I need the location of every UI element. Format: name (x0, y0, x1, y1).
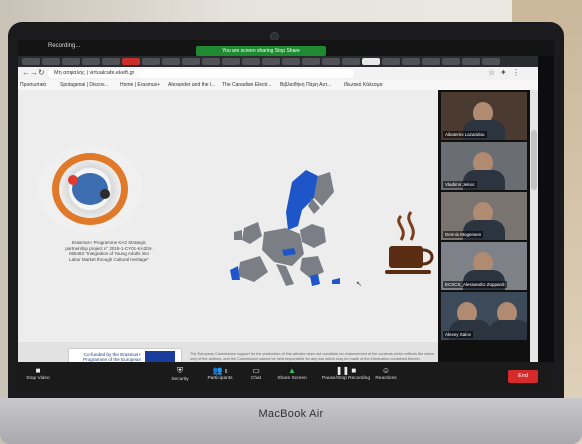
participant-name: Dennis Mogensen (443, 231, 484, 238)
laptop-brand-label: MacBook Air (258, 408, 324, 420)
browser-tab[interactable] (302, 58, 320, 65)
star-icon[interactable]: ☆ (488, 68, 495, 77)
browser-tab[interactable] (162, 58, 180, 65)
page-scrollbar[interactable] (530, 90, 538, 362)
chat-button[interactable]: ▭ Chat (236, 366, 276, 381)
chat-bubble-icon: ▭ (252, 366, 260, 375)
laptop-screen: Recording... You are screen sharing Stop… (18, 40, 554, 392)
bookmark-item[interactable]: The Canadian Electr... (222, 82, 271, 88)
map-region[interactable] (300, 224, 326, 248)
browser-tab[interactable] (42, 58, 60, 65)
coffee-cup-icon[interactable] (383, 210, 437, 284)
browser-tab[interactable] (22, 58, 40, 65)
bookmark-item[interactable]: Spotagenai | Discov... (60, 82, 108, 88)
end-meeting-button[interactable]: End (508, 370, 538, 383)
participant-name: Aikaterini Lazaridou (443, 131, 487, 138)
participant-tile[interactable]: Aikaterini Lazaridou (441, 92, 527, 140)
mouse-cursor-icon: ↖ (356, 281, 362, 288)
address-bar-row: ← → ↻ Μη ασφαλής | virtualcafe.ekeft.gr … (18, 67, 538, 80)
map-region-italy[interactable] (276, 264, 294, 286)
url-field[interactable]: Μη ασφαλής | virtualcafe.ekeft.gr (48, 69, 354, 78)
stop-video-button[interactable]: ■ Stop Video (18, 366, 58, 381)
participant-tile[interactable]: Vladimir Jelisic (441, 142, 527, 190)
bookmark-item[interactable]: Ιδιωτικό Κάλεσμα (344, 82, 383, 88)
browser-tab[interactable] (82, 58, 100, 65)
browser-tab[interactable] (382, 58, 400, 65)
browser-tab-strip (18, 56, 538, 67)
browser-tab[interactable] (102, 58, 120, 65)
eu-disclaimer: The European Commission support for the … (190, 352, 434, 361)
shield-icon: ⛨ (177, 366, 183, 375)
participant-tile[interactable]: Alexey Salov (441, 292, 527, 340)
browser-tab[interactable] (342, 58, 360, 65)
bookmark-item[interactable]: Προσωπικά (20, 82, 46, 88)
browser-tab[interactable] (262, 58, 280, 65)
project-logo[interactable] (38, 145, 142, 233)
forward-icon[interactable]: → (30, 68, 38, 77)
map-region-ireland[interactable] (234, 230, 242, 240)
browser-tab[interactable] (142, 58, 160, 65)
share-screen-button[interactable]: ▲ Share Screen (272, 366, 312, 381)
laptop-base (0, 398, 582, 444)
reactions-button[interactable]: ☺ Reactions (366, 366, 406, 381)
reload-icon[interactable]: ↻ (38, 68, 45, 77)
video-camera-icon: ■ (35, 366, 41, 375)
map-region-uk[interactable] (242, 222, 262, 244)
screen-share-banner[interactable]: You are screen sharing Stop Share (196, 46, 326, 56)
participant-name: ECSCS_Alessandro Zuppardi (443, 281, 507, 288)
participants-button[interactable]: 👥 6 Participants (200, 366, 240, 381)
browser-tab[interactable] (122, 58, 140, 65)
share-screen-icon: ▲ (288, 366, 296, 375)
browser-tab[interactable] (282, 58, 300, 65)
extensions-icon[interactable]: ✦ (500, 68, 507, 77)
browser-tab[interactable] (222, 58, 240, 65)
browser-tab[interactable] (202, 58, 220, 65)
participant-tile[interactable]: Dennis Mogensen (441, 192, 527, 240)
participant-name: Vladimir Jelisic (443, 181, 477, 188)
browser-tab-active[interactable] (362, 58, 380, 65)
project-caption: Erasmus+ Programme KA2 Strategic partner… (65, 240, 153, 262)
bookmark-item[interactable]: Home | Erasmus+ (120, 82, 160, 88)
map-region-central[interactable] (262, 228, 304, 266)
map-region-iberia[interactable] (238, 256, 268, 282)
zoom-toolbar: ■ Stop Video ⛨ Security 👥 6 Participants ▭ C… (18, 362, 554, 392)
browser-tab[interactable] (442, 58, 460, 65)
map-region-cyprus[interactable] (332, 278, 340, 284)
browser-tab[interactable] (322, 58, 340, 65)
map-region-greece[interactable] (310, 274, 320, 286)
browser-tab[interactable] (422, 58, 440, 65)
bookmark-item[interactable]: Alexander and the l... (168, 82, 215, 88)
recording-label: Recording... (48, 43, 81, 49)
participant-video-panel: Aikaterini Lazaridou Vladimir Jelisic De… (438, 90, 530, 362)
back-icon[interactable]: ← (22, 68, 30, 77)
browser-tab[interactable] (242, 58, 260, 65)
web-page: Erasmus+ Programme KA2 Strategic partner… (18, 90, 438, 374)
browser-tab[interactable] (62, 58, 80, 65)
scrollbar-thumb[interactable] (531, 130, 537, 190)
menu-icon[interactable]: ⋮ (512, 68, 520, 77)
browser-tab[interactable] (182, 58, 200, 65)
browser-tab[interactable] (402, 58, 420, 65)
participant-tile[interactable]: ECSCS_Alessandro Zuppardi (441, 242, 527, 290)
people-icon: 👥 6 (212, 366, 228, 375)
europe-map[interactable] (214, 162, 344, 292)
bookmark-item[interactable]: Βιβλιοθήκη Πάρη Αυτ... (280, 82, 331, 88)
smiley-icon: ☺ (381, 366, 391, 375)
map-region-portugal[interactable] (230, 266, 240, 280)
security-button[interactable]: ⛨ Security (160, 366, 200, 382)
browser-tab[interactable] (482, 58, 500, 65)
browser-tab[interactable] (462, 58, 480, 65)
map-region-balkans[interactable] (300, 256, 324, 278)
participant-name: Alexey Salov (443, 331, 474, 338)
